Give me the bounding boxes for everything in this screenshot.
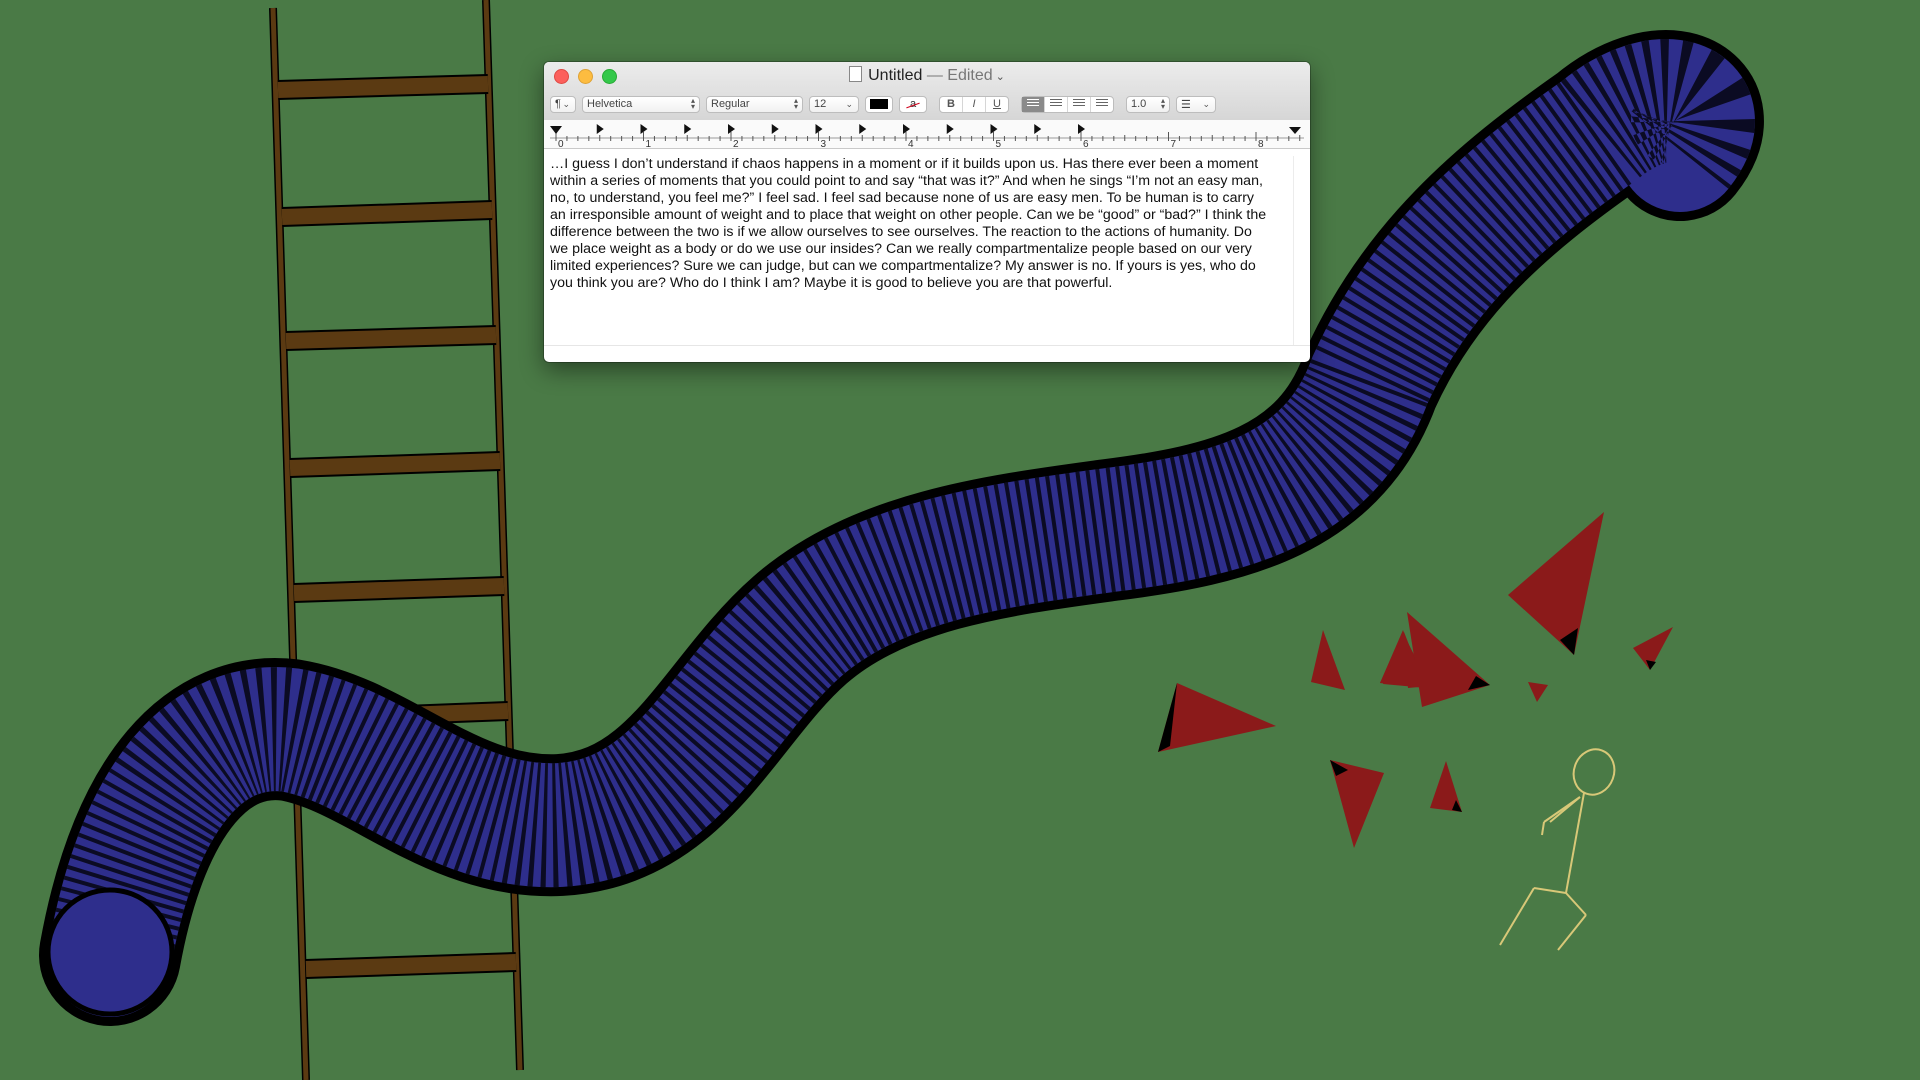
window-title[interactable]: Untitled — Edited ⌄	[544, 66, 1310, 85]
underline-button[interactable]: U	[986, 97, 1008, 112]
ruler-label: 2	[733, 139, 739, 148]
align-right-button[interactable]	[1068, 96, 1091, 112]
paragraph-icon: ¶	[555, 98, 561, 110]
ruler-label: 6	[1083, 139, 1089, 148]
tab-stop-icon[interactable]	[596, 124, 604, 134]
tab-stop-icon[interactable]	[684, 124, 692, 134]
title-text: Untitled	[868, 67, 923, 84]
format-toolbar: ¶ ⌄ Helvetica ▴ ▾ Regular ▴ ▾ 12 ⌄ a B I U	[550, 94, 1304, 114]
italic-button[interactable]: I	[963, 96, 986, 112]
stepper-arrows-icon: ▴ ▾	[690, 96, 695, 111]
text-color-well[interactable]	[865, 95, 893, 113]
font-size-value: 12	[814, 98, 827, 110]
tab-stop-icon[interactable]	[771, 124, 779, 134]
chevron-down-icon: ⌄	[845, 98, 853, 109]
horizontal-scroll-divider	[544, 345, 1310, 346]
align-center-icon	[1050, 99, 1062, 109]
bold-button[interactable]: B	[940, 96, 963, 112]
text-style-buttons: B I U	[939, 95, 1009, 113]
align-center-button[interactable]	[1045, 96, 1068, 112]
ruler-label: 5	[996, 139, 1002, 148]
list-style-menu[interactable]: ☰ ⌄	[1176, 95, 1216, 113]
ladder	[269, 0, 524, 1080]
tab-stop-icon[interactable]	[859, 124, 867, 134]
align-left-icon	[1027, 99, 1039, 109]
left-indent-icon[interactable]	[550, 126, 562, 134]
justify-icon	[1096, 99, 1108, 109]
ruler-label: 0	[558, 139, 564, 148]
stepper-arrows-icon: ▴ ▾	[793, 96, 798, 111]
line-spacing-popup[interactable]: 1.0 ▴ ▾	[1126, 95, 1170, 113]
chevron-down-icon: ⌄	[562, 98, 570, 109]
font-family-value: Helvetica	[587, 98, 633, 110]
align-left-button[interactable]	[1022, 96, 1045, 112]
document-icon	[849, 66, 863, 82]
right-margin-icon[interactable]	[1289, 127, 1301, 134]
stepper-arrows-icon: ▴ ▾	[1160, 96, 1165, 111]
font-style-value: Regular	[711, 98, 750, 110]
align-right-icon	[1073, 99, 1085, 109]
highlight-color-button[interactable]: a	[899, 95, 927, 113]
document-text-area[interactable]: …I guess I don’t understand if chaos hap…	[544, 156, 1294, 346]
font-size-combo[interactable]: 12 ⌄	[809, 95, 859, 113]
font-family-popup[interactable]: Helvetica ▴ ▾	[582, 95, 700, 113]
ruler-label: 7	[1171, 139, 1177, 148]
ruler-label: 4	[908, 139, 914, 148]
chevron-down-icon: ⌄	[1202, 98, 1210, 109]
title-chevron-icon[interactable]: ⌄	[996, 71, 1005, 83]
tab-stop-icon[interactable]	[1034, 124, 1042, 134]
list-icon: ☰	[1181, 98, 1191, 111]
stick-figure	[1499, 748, 1616, 951]
text-color-swatch	[870, 99, 888, 109]
vertical-scrollbar[interactable]	[1293, 156, 1310, 346]
ruler-label: 8	[1258, 139, 1264, 148]
tab-stop-icon[interactable]	[946, 124, 954, 134]
alignment-buttons	[1021, 95, 1114, 113]
ruler-label: 1	[646, 139, 652, 148]
justify-button[interactable]	[1091, 97, 1113, 112]
tube-end	[45, 887, 175, 1017]
title-bar[interactable]: Untitled — Edited ⌄ ¶ ⌄ Helvetica ▴ ▾ Regul…	[544, 62, 1310, 121]
textedit-window: Untitled — Edited ⌄ ¶ ⌄ Helvetica ▴ ▾ Regul…	[544, 62, 1310, 362]
ruler-label: 3	[821, 139, 827, 148]
ruler-graphics: 0 1 2 3 4 5 6 7 8	[550, 124, 1304, 148]
edited-status: — Edited	[926, 67, 993, 84]
paragraph-style-menu[interactable]: ¶ ⌄	[550, 95, 576, 113]
font-style-popup[interactable]: Regular ▴ ▾	[706, 95, 803, 113]
line-spacing-value: 1.0	[1131, 98, 1147, 110]
ruler[interactable]: 0 1 2 3 4 5 6 7 8	[544, 120, 1310, 149]
